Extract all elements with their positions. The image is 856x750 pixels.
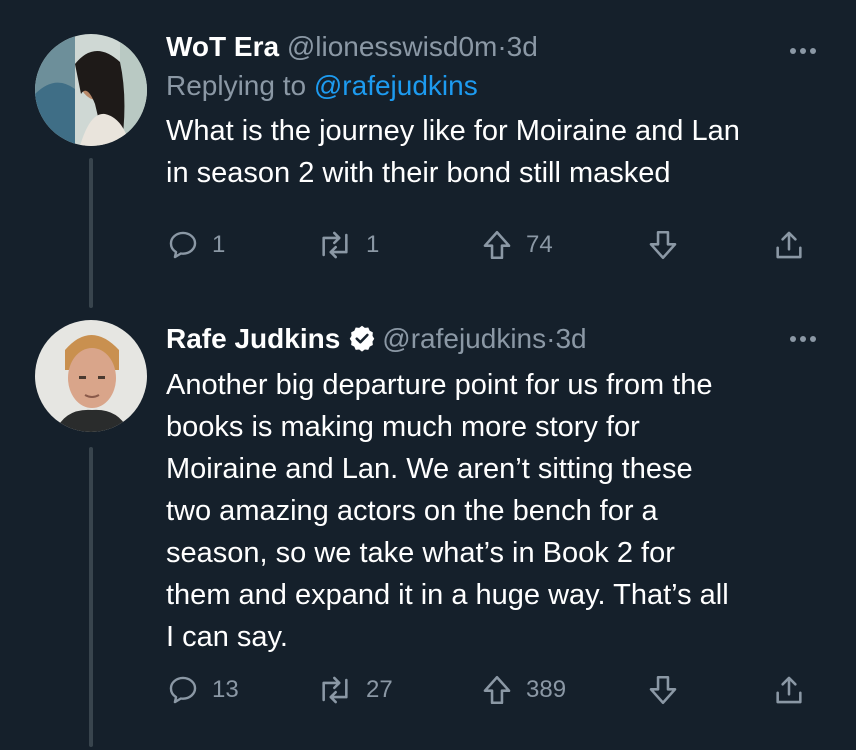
upvote-button[interactable]: 74 <box>480 228 553 262</box>
reply-button[interactable]: 13 <box>166 673 239 707</box>
retweet-icon <box>322 676 348 704</box>
upvote-count: 74 <box>526 231 553 258</box>
tweet-text: What is the journey like for Moiraine an… <box>166 115 740 189</box>
tweet-text: Another big departure point for us from … <box>166 369 729 653</box>
separator-dot: · <box>497 31 507 62</box>
upvote-count: 389 <box>526 676 567 703</box>
tweet-header: WoT Era @lionesswisd0m·3d <box>166 26 826 68</box>
replying-to-label: Replying to <box>166 70 307 101</box>
upvote-arrow-icon <box>483 675 511 705</box>
more-options-icon <box>810 336 816 342</box>
downvote-arrow-icon <box>649 230 677 260</box>
more-options-icon <box>790 48 796 54</box>
more-options-icon <box>800 336 806 342</box>
upvote-button[interactable]: 389 <box>480 673 566 707</box>
tweet-actions: 13 27 389 <box>166 673 816 713</box>
display-name[interactable]: Rafe Judkins <box>166 323 340 354</box>
more-options-icon <box>810 48 816 54</box>
timestamp[interactable]: 3d <box>507 31 538 62</box>
tweet-reply-question[interactable]: WoT Era @lionesswisd0m·3d Replying to @r… <box>0 0 856 308</box>
share-button[interactable] <box>772 228 806 262</box>
thread-connector-line <box>89 158 93 308</box>
reply-icon <box>169 676 197 704</box>
replying-to: Replying to @rafejudkins <box>166 68 826 104</box>
retweet-button[interactable]: 27 <box>316 673 393 707</box>
avatar[interactable] <box>35 320 147 432</box>
retweet-count: 27 <box>366 676 393 703</box>
reply-count: 1 <box>212 231 226 258</box>
display-name[interactable]: WoT Era <box>166 31 279 62</box>
more-options-button[interactable] <box>790 336 816 342</box>
downvote-button[interactable] <box>646 673 680 707</box>
more-options-icon <box>800 48 806 54</box>
tweet-answer[interactable]: Rafe Judkins @rafejudkins·3d Another big … <box>0 302 856 750</box>
reply-button[interactable]: 1 <box>166 228 225 262</box>
share-icon <box>776 676 802 704</box>
timestamp[interactable]: 3d <box>555 323 586 354</box>
user-handle[interactable]: @lionesswisd0m <box>287 31 498 62</box>
woman-profile-avatar-icon <box>35 34 147 146</box>
retweet-button[interactable]: 1 <box>316 228 379 262</box>
man-profile-avatar-icon <box>35 320 147 432</box>
thread-connector-line <box>89 447 93 747</box>
reply-mention-link[interactable]: @rafejudkins <box>314 70 478 101</box>
downvote-arrow-icon <box>649 675 677 705</box>
tweet-header: Rafe Judkins @rafejudkins·3d <box>166 318 826 364</box>
tweet-content: Rafe Judkins @rafejudkins·3d Another big … <box>166 318 826 658</box>
verified-badge-icon <box>348 322 376 364</box>
reply-count: 13 <box>212 676 239 703</box>
tweet-thread: WoT Era @lionesswisd0m·3d Replying to @r… <box>0 0 856 750</box>
share-button[interactable] <box>772 673 806 707</box>
tweet-content: WoT Era @lionesswisd0m·3d Replying to @r… <box>166 26 826 194</box>
share-icon <box>776 231 802 259</box>
reply-icon <box>169 231 197 259</box>
retweet-count: 1 <box>366 231 380 258</box>
downvote-button[interactable] <box>646 228 680 262</box>
more-options-button[interactable] <box>790 48 816 54</box>
retweet-icon <box>322 231 348 259</box>
user-handle[interactable]: @rafejudkins <box>382 323 546 354</box>
tweet-actions: 1 1 74 <box>166 228 816 268</box>
more-options-icon <box>790 336 796 342</box>
avatar[interactable] <box>35 34 147 146</box>
upvote-arrow-icon <box>483 230 511 260</box>
